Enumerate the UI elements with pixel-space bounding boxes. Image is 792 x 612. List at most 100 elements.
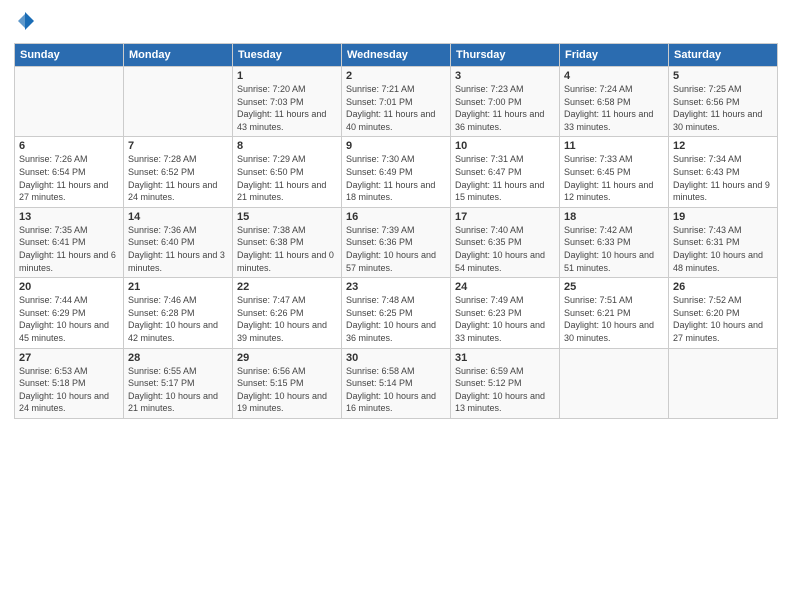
day-info: Sunrise: 7:39 AMSunset: 6:36 PMDaylight:… (346, 224, 446, 274)
day-number: 5 (673, 70, 773, 82)
day-number: 27 (19, 352, 119, 364)
calendar-week-4: 20Sunrise: 7:44 AMSunset: 6:29 PMDayligh… (15, 278, 778, 348)
day-number: 7 (128, 140, 228, 152)
day-number: 9 (346, 140, 446, 152)
day-info: Sunrise: 7:49 AMSunset: 6:23 PMDaylight:… (455, 294, 555, 344)
calendar-cell: 9Sunrise: 7:30 AMSunset: 6:49 PMDaylight… (342, 137, 451, 207)
day-number: 31 (455, 352, 555, 364)
day-number: 25 (564, 281, 664, 293)
day-number: 4 (564, 70, 664, 82)
calendar-cell: 3Sunrise: 7:23 AMSunset: 7:00 PMDaylight… (451, 67, 560, 137)
calendar-table: SundayMondayTuesdayWednesdayThursdayFrid… (14, 43, 778, 419)
calendar-cell: 14Sunrise: 7:36 AMSunset: 6:40 PMDayligh… (124, 207, 233, 277)
day-info: Sunrise: 6:59 AMSunset: 5:12 PMDaylight:… (455, 365, 555, 415)
day-number: 3 (455, 70, 555, 82)
day-info: Sunrise: 7:40 AMSunset: 6:35 PMDaylight:… (455, 224, 555, 274)
day-info: Sunrise: 7:38 AMSunset: 6:38 PMDaylight:… (237, 224, 337, 274)
calendar-week-1: 1Sunrise: 7:20 AMSunset: 7:03 PMDaylight… (15, 67, 778, 137)
day-number: 8 (237, 140, 337, 152)
header (14, 10, 778, 35)
day-info: Sunrise: 7:25 AMSunset: 6:56 PMDaylight:… (673, 83, 773, 133)
day-info: Sunrise: 7:30 AMSunset: 6:49 PMDaylight:… (346, 153, 446, 203)
calendar-cell: 16Sunrise: 7:39 AMSunset: 6:36 PMDayligh… (342, 207, 451, 277)
calendar-cell: 23Sunrise: 7:48 AMSunset: 6:25 PMDayligh… (342, 278, 451, 348)
day-info: Sunrise: 7:33 AMSunset: 6:45 PMDaylight:… (564, 153, 664, 203)
weekday-header-monday: Monday (124, 44, 233, 67)
weekday-header-thursday: Thursday (451, 44, 560, 67)
day-number: 23 (346, 281, 446, 293)
day-info: Sunrise: 7:20 AMSunset: 7:03 PMDaylight:… (237, 83, 337, 133)
calendar-cell: 8Sunrise: 7:29 AMSunset: 6:50 PMDaylight… (233, 137, 342, 207)
day-number: 17 (455, 211, 555, 223)
day-info: Sunrise: 7:46 AMSunset: 6:28 PMDaylight:… (128, 294, 228, 344)
calendar-cell: 4Sunrise: 7:24 AMSunset: 6:58 PMDaylight… (560, 67, 669, 137)
day-info: Sunrise: 7:42 AMSunset: 6:33 PMDaylight:… (564, 224, 664, 274)
calendar-cell: 7Sunrise: 7:28 AMSunset: 6:52 PMDaylight… (124, 137, 233, 207)
calendar-cell: 6Sunrise: 7:26 AMSunset: 6:54 PMDaylight… (15, 137, 124, 207)
calendar-cell: 17Sunrise: 7:40 AMSunset: 6:35 PMDayligh… (451, 207, 560, 277)
day-number: 14 (128, 211, 228, 223)
calendar-cell: 31Sunrise: 6:59 AMSunset: 5:12 PMDayligh… (451, 348, 560, 418)
day-number: 24 (455, 281, 555, 293)
day-number: 21 (128, 281, 228, 293)
day-info: Sunrise: 7:52 AMSunset: 6:20 PMDaylight:… (673, 294, 773, 344)
calendar-cell: 30Sunrise: 6:58 AMSunset: 5:14 PMDayligh… (342, 348, 451, 418)
day-info: Sunrise: 7:43 AMSunset: 6:31 PMDaylight:… (673, 224, 773, 274)
day-info: Sunrise: 7:28 AMSunset: 6:52 PMDaylight:… (128, 153, 228, 203)
day-info: Sunrise: 7:24 AMSunset: 6:58 PMDaylight:… (564, 83, 664, 133)
weekday-header-wednesday: Wednesday (342, 44, 451, 67)
day-info: Sunrise: 7:29 AMSunset: 6:50 PMDaylight:… (237, 153, 337, 203)
calendar-cell: 11Sunrise: 7:33 AMSunset: 6:45 PMDayligh… (560, 137, 669, 207)
calendar-cell (124, 67, 233, 137)
day-number: 16 (346, 211, 446, 223)
calendar-week-2: 6Sunrise: 7:26 AMSunset: 6:54 PMDaylight… (15, 137, 778, 207)
day-number: 6 (19, 140, 119, 152)
weekday-header-row: SundayMondayTuesdayWednesdayThursdayFrid… (15, 44, 778, 67)
calendar-cell: 12Sunrise: 7:34 AMSunset: 6:43 PMDayligh… (669, 137, 778, 207)
calendar-week-5: 27Sunrise: 6:53 AMSunset: 5:18 PMDayligh… (15, 348, 778, 418)
day-info: Sunrise: 7:44 AMSunset: 6:29 PMDaylight:… (19, 294, 119, 344)
day-number: 19 (673, 211, 773, 223)
day-number: 22 (237, 281, 337, 293)
day-info: Sunrise: 7:34 AMSunset: 6:43 PMDaylight:… (673, 153, 773, 203)
weekday-header-friday: Friday (560, 44, 669, 67)
day-info: Sunrise: 7:26 AMSunset: 6:54 PMDaylight:… (19, 153, 119, 203)
day-number: 20 (19, 281, 119, 293)
calendar-cell: 25Sunrise: 7:51 AMSunset: 6:21 PMDayligh… (560, 278, 669, 348)
day-info: Sunrise: 7:35 AMSunset: 6:41 PMDaylight:… (19, 224, 119, 274)
calendar-cell: 26Sunrise: 7:52 AMSunset: 6:20 PMDayligh… (669, 278, 778, 348)
calendar-cell: 20Sunrise: 7:44 AMSunset: 6:29 PMDayligh… (15, 278, 124, 348)
calendar-cell: 2Sunrise: 7:21 AMSunset: 7:01 PMDaylight… (342, 67, 451, 137)
calendar-cell: 21Sunrise: 7:46 AMSunset: 6:28 PMDayligh… (124, 278, 233, 348)
calendar-cell: 13Sunrise: 7:35 AMSunset: 6:41 PMDayligh… (15, 207, 124, 277)
day-info: Sunrise: 7:36 AMSunset: 6:40 PMDaylight:… (128, 224, 228, 274)
weekday-header-tuesday: Tuesday (233, 44, 342, 67)
calendar-cell: 22Sunrise: 7:47 AMSunset: 6:26 PMDayligh… (233, 278, 342, 348)
calendar-cell: 27Sunrise: 6:53 AMSunset: 5:18 PMDayligh… (15, 348, 124, 418)
calendar-cell (15, 67, 124, 137)
weekday-header-saturday: Saturday (669, 44, 778, 67)
calendar-cell: 28Sunrise: 6:55 AMSunset: 5:17 PMDayligh… (124, 348, 233, 418)
day-info: Sunrise: 6:58 AMSunset: 5:14 PMDaylight:… (346, 365, 446, 415)
calendar-container: SundayMondayTuesdayWednesdayThursdayFrid… (0, 0, 792, 612)
day-number: 30 (346, 352, 446, 364)
day-number: 18 (564, 211, 664, 223)
day-number: 10 (455, 140, 555, 152)
day-info: Sunrise: 7:23 AMSunset: 7:00 PMDaylight:… (455, 83, 555, 133)
logo-icon (16, 12, 34, 35)
calendar-cell: 5Sunrise: 7:25 AMSunset: 6:56 PMDaylight… (669, 67, 778, 137)
day-number: 1 (237, 70, 337, 82)
calendar-cell: 24Sunrise: 7:49 AMSunset: 6:23 PMDayligh… (451, 278, 560, 348)
day-number: 2 (346, 70, 446, 82)
weekday-header-sunday: Sunday (15, 44, 124, 67)
day-info: Sunrise: 7:21 AMSunset: 7:01 PMDaylight:… (346, 83, 446, 133)
day-info: Sunrise: 6:56 AMSunset: 5:15 PMDaylight:… (237, 365, 337, 415)
day-info: Sunrise: 7:51 AMSunset: 6:21 PMDaylight:… (564, 294, 664, 344)
day-number: 26 (673, 281, 773, 293)
day-number: 11 (564, 140, 664, 152)
day-number: 15 (237, 211, 337, 223)
calendar-cell: 10Sunrise: 7:31 AMSunset: 6:47 PMDayligh… (451, 137, 560, 207)
calendar-week-3: 13Sunrise: 7:35 AMSunset: 6:41 PMDayligh… (15, 207, 778, 277)
day-info: Sunrise: 7:47 AMSunset: 6:26 PMDaylight:… (237, 294, 337, 344)
logo (14, 10, 34, 35)
